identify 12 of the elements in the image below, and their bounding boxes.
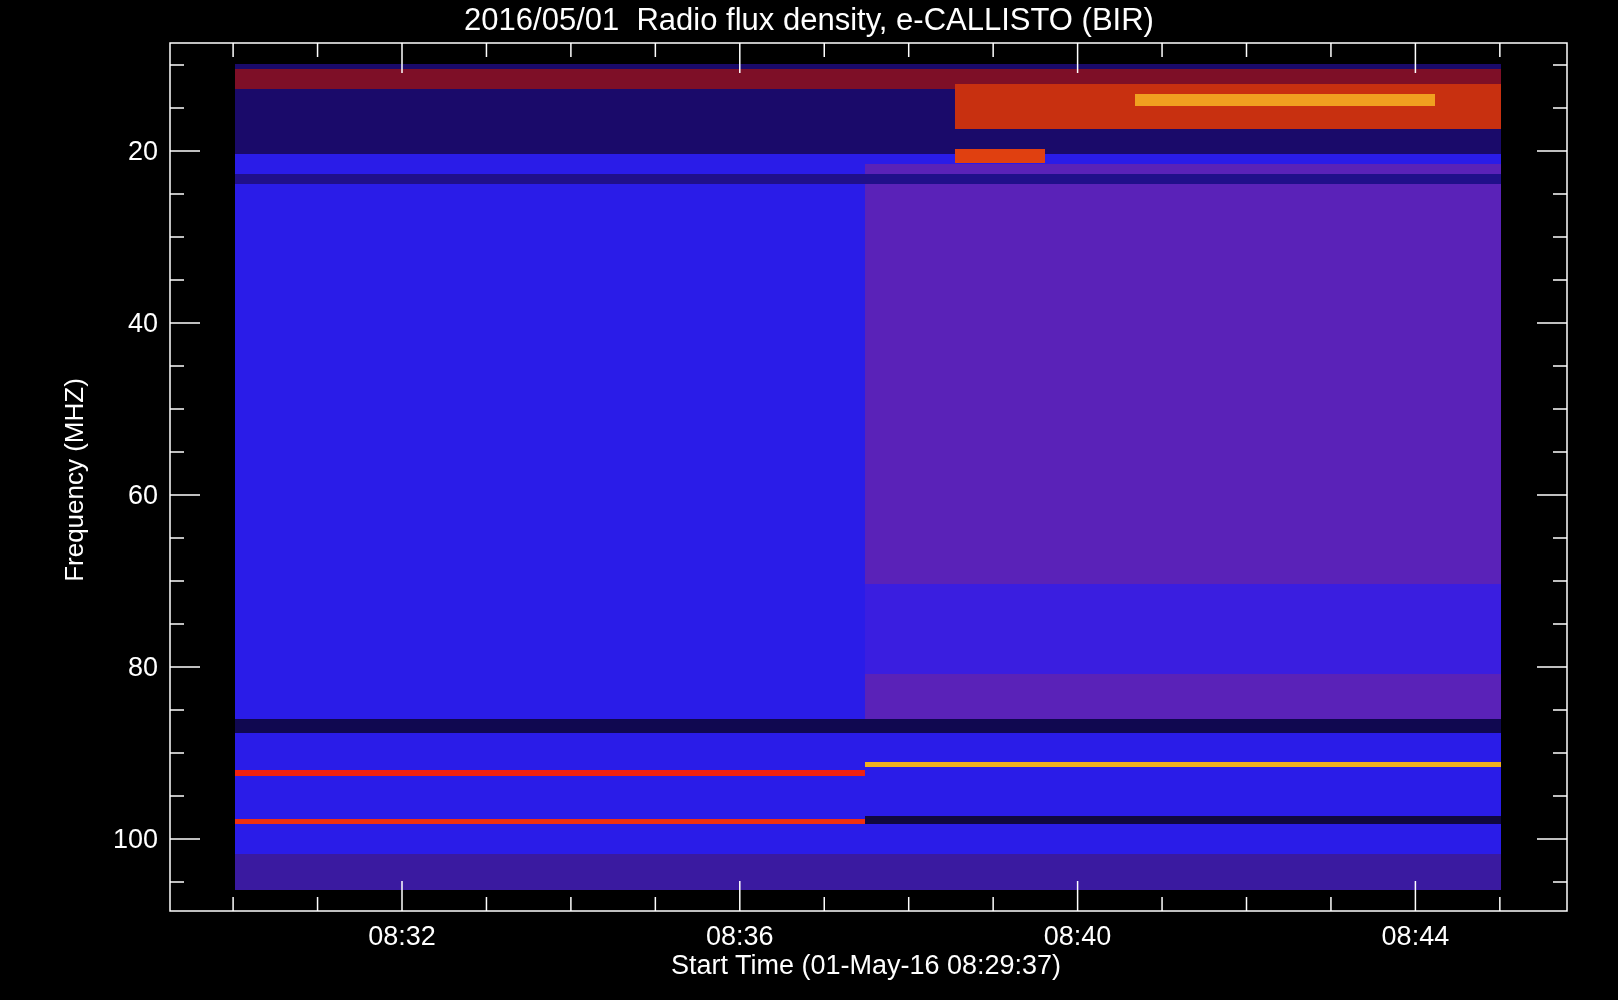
tick-label: 08:36 xyxy=(705,923,775,950)
tick-label: 100 xyxy=(112,826,158,853)
axis-title: Start Time (01-May-16 08:29:37) xyxy=(670,952,1062,979)
tick-label: 08:44 xyxy=(1380,923,1451,950)
tick-label: 40 xyxy=(127,310,158,337)
tick-label: 08:40 xyxy=(1042,923,1113,950)
tick-label: 08:32 xyxy=(367,923,437,950)
tick-label: 60 xyxy=(127,482,158,509)
axis-title: Frequency (MHZ) xyxy=(61,378,87,582)
tick-label: 80 xyxy=(127,654,158,681)
chart-title: 2016/05/01 Radio flux density, e-CALLISTO (BIR) xyxy=(463,4,1155,35)
tick-label: 20 xyxy=(127,138,158,165)
